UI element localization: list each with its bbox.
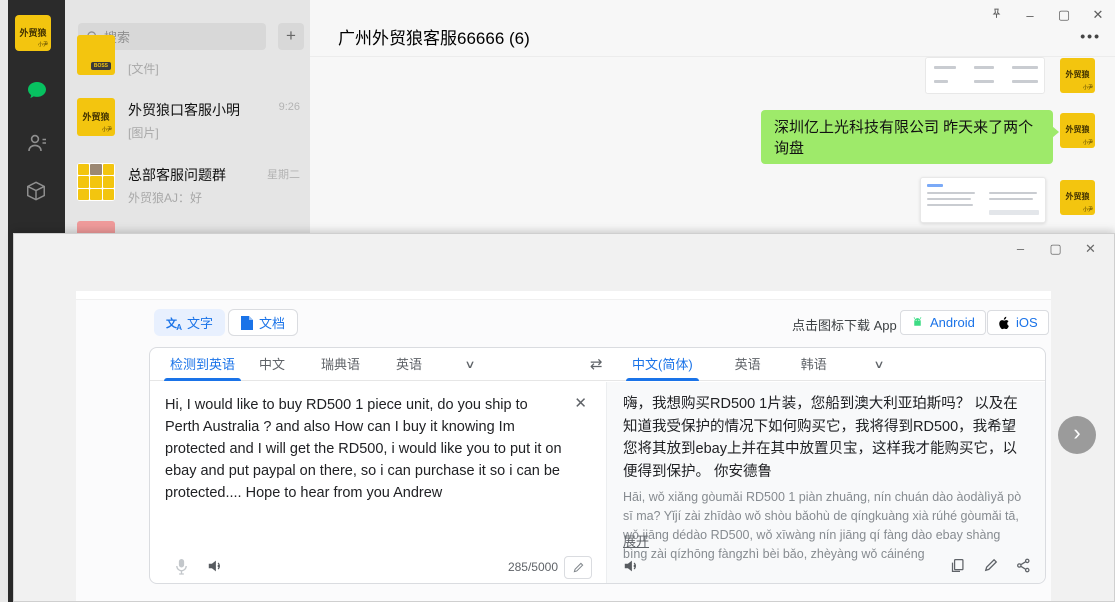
- list-item-xiaoming[interactable]: 外贸狼 小尹 外贸狼口客服小明 9:26 [图片]: [65, 95, 310, 157]
- chats-icon[interactable]: [25, 79, 49, 103]
- screen: 外贸狼 小尹 搜索 + BOSS [文件]: [0, 0, 1115, 602]
- button-label: iOS: [1016, 315, 1038, 330]
- message-image[interactable]: [920, 177, 1046, 223]
- next-button[interactable]: ›: [1058, 416, 1096, 454]
- chat-time: 星期二: [267, 166, 300, 182]
- edit-source-button[interactable]: [564, 556, 592, 579]
- char-count: 285/5000: [508, 560, 558, 574]
- packages-icon[interactable]: [25, 180, 49, 204]
- chat-preview: [文件]: [128, 60, 159, 77]
- chevron-down-icon[interactable]: ∨: [450, 358, 489, 371]
- avatar-sublabel: 小尹: [1083, 139, 1093, 146]
- list-item-partial[interactable]: [65, 221, 310, 233]
- source-toolbar: 285/5000: [150, 554, 606, 582]
- avatar-badge: BOSS: [91, 62, 111, 70]
- message-text: 深圳亿上光科技有限公司 昨天来了两个询盘: [774, 116, 1040, 158]
- tab-document-mode[interactable]: 文档: [228, 309, 298, 336]
- maximize-button[interactable]: ▢: [1047, 7, 1081, 23]
- list-item-group[interactable]: 总部客服问题群 星期二 外贸狼AJ：好: [65, 160, 310, 222]
- minimize-button[interactable]: –: [1003, 238, 1038, 260]
- share-icon[interactable]: [1016, 558, 1031, 578]
- source-lang-swedish[interactable]: 瑞典语: [309, 348, 372, 381]
- target-lang-korean[interactable]: 韩语: [789, 348, 839, 381]
- target-lang-chinese-simplified[interactable]: 中文(简体): [620, 348, 705, 381]
- clear-source-icon[interactable]: ✕: [574, 394, 587, 412]
- document-icon: [241, 316, 253, 330]
- chat-title: 总部客服问题群: [128, 165, 226, 185]
- chat-preview: 外贸狼AJ：好: [128, 189, 202, 206]
- chat-preview: [图片]: [128, 124, 159, 141]
- target-lang-english[interactable]: 英语: [723, 348, 773, 381]
- avatar: [77, 221, 115, 233]
- pencil-icon: [573, 562, 584, 573]
- expand-link[interactable]: 展开: [623, 531, 649, 550]
- target-panel: 嗨，我想购买RD500 1片装，您船到澳大利亚珀斯吗？ 以及在知道我受保护的情况…: [606, 382, 1045, 583]
- avatar-label: 外贸狼: [15, 26, 51, 39]
- tab-label: 文字: [187, 313, 213, 332]
- chat-time: 9:26: [279, 101, 300, 113]
- pinyin-text: Hāi, wǒ xiǎng gòumǎi RD500 1 piàn zhuāng…: [623, 488, 1028, 564]
- translation-text: 嗨，我想购买RD500 1片装，您船到澳大利亚珀斯吗？ 以及在知道我受保护的情况…: [623, 393, 1023, 483]
- avatar-sublabel: 小尹: [38, 41, 48, 48]
- chevron-down-icon[interactable]: ∨: [859, 358, 898, 371]
- translate-icon: 文 A: [166, 316, 181, 330]
- group-avatar: [77, 163, 115, 201]
- language-tabs: 检测到英语 中文 瑞典语 英语 ∨ ⇄ 中文(简体) 英语 韩语 ∨: [150, 348, 1045, 381]
- contacts-icon[interactable]: [25, 131, 49, 155]
- avatar-label: 外贸狼: [1060, 191, 1095, 202]
- message-image[interactable]: [925, 57, 1045, 94]
- button-label: Android: [930, 315, 975, 330]
- apple-icon: [998, 316, 1010, 330]
- avatar-sublabel: 小尹: [102, 126, 112, 133]
- source-lang-detected[interactable]: 检测到英语: [158, 348, 247, 381]
- window-controls: – ▢ ✕: [1003, 238, 1108, 260]
- ios-download-button[interactable]: iOS: [987, 310, 1049, 335]
- suggest-edit-icon[interactable]: [984, 558, 998, 577]
- source-panel: Hi, I would like to buy RD500 1 piece un…: [150, 382, 606, 583]
- listen-source-icon[interactable]: [207, 558, 223, 579]
- avatar-label: 外贸狼: [77, 110, 115, 123]
- maximize-button[interactable]: ▢: [1038, 238, 1073, 260]
- swap-languages-icon[interactable]: ⇄: [590, 355, 603, 373]
- minimize-button[interactable]: –: [1013, 8, 1047, 23]
- user-avatar[interactable]: 外贸狼 小尹: [15, 15, 51, 51]
- tab-text-mode[interactable]: 文 A 文字: [154, 309, 225, 336]
- translate-page: 文 A 文字 文档 点击图标下载 App Android iOS 检测到英语: [76, 291, 1051, 601]
- page-title: 广州外贸狼客服66666 (6): [338, 24, 530, 49]
- avatar: BOSS: [77, 35, 115, 75]
- list-item-files[interactable]: BOSS [文件]: [65, 55, 310, 85]
- avatar-label: 外贸狼: [1060, 124, 1095, 135]
- avatar-sublabel: 小尹: [1083, 84, 1093, 91]
- avatar-label: 外贸狼: [1060, 69, 1095, 80]
- close-button[interactable]: ✕: [1081, 7, 1115, 23]
- translator-window: – ▢ ✕ 文 A 文字 文档 点击图标下载 App Android: [13, 233, 1115, 602]
- source-textarea[interactable]: Hi, I would like to buy RD500 1 piece un…: [165, 394, 563, 504]
- microphone-icon[interactable]: [174, 558, 189, 580]
- close-button[interactable]: ✕: [1073, 238, 1108, 260]
- source-lang-chinese[interactable]: 中文: [247, 348, 297, 381]
- target-toolbar: [607, 554, 1045, 582]
- chat-title: 外贸狼口客服小明: [128, 100, 240, 120]
- listen-translation-icon[interactable]: [623, 558, 639, 579]
- window-controls: – ▢ ✕: [979, 0, 1115, 30]
- download-hint: 点击图标下载 App: [792, 315, 897, 334]
- message-bubble[interactable]: 深圳亿上光科技有限公司 昨天来了两个询盘: [761, 110, 1053, 164]
- avatar: 外贸狼 小尹: [1060, 180, 1095, 215]
- android-download-button[interactable]: Android: [900, 310, 986, 335]
- avatar: 外贸狼 小尹: [1060, 113, 1095, 148]
- more-menu-button[interactable]: •••: [1080, 28, 1101, 44]
- avatar: 外贸狼 小尹: [77, 98, 115, 136]
- pin-icon[interactable]: [979, 7, 1013, 23]
- tab-label: 文档: [259, 313, 285, 332]
- android-icon: [911, 316, 924, 329]
- avatar-sublabel: 小尹: [1083, 206, 1093, 213]
- avatar: 外贸狼 小尹: [1060, 58, 1095, 93]
- source-lang-english[interactable]: 英语: [384, 348, 434, 381]
- copy-icon[interactable]: [950, 558, 965, 578]
- translate-card: 检测到英语 中文 瑞典语 英语 ∨ ⇄ 中文(简体) 英语 韩语 ∨ Hi, I…: [149, 347, 1046, 584]
- add-chat-button[interactable]: +: [278, 23, 304, 50]
